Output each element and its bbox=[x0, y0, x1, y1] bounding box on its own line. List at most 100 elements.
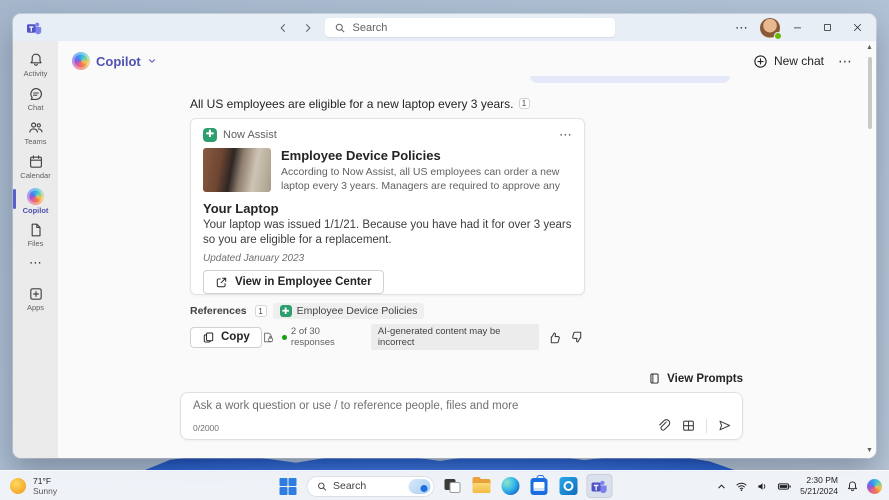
sun-icon bbox=[10, 478, 26, 494]
volume-icon[interactable] bbox=[756, 480, 769, 493]
chevron-down-icon bbox=[147, 56, 157, 66]
page-title: Copilot bbox=[96, 54, 141, 69]
taskbar-clock[interactable]: 2:30 PM 5/21/2024 bbox=[800, 475, 838, 496]
message-actions-row: Copy 2 of 30 responses AI-generated cont… bbox=[190, 324, 585, 350]
tray-chevron-up-icon[interactable] bbox=[716, 481, 727, 492]
copy-button[interactable]: Copy bbox=[190, 327, 262, 348]
view-in-employee-center-button[interactable]: View in Employee Center bbox=[203, 270, 384, 294]
titlebar-more-button[interactable]: ⋯ bbox=[727, 20, 756, 36]
apps-actions-icon[interactable] bbox=[681, 418, 696, 433]
maximize-button[interactable] bbox=[814, 15, 840, 40]
pane-more-button[interactable]: ⋯ bbox=[838, 53, 852, 70]
taskbar-search-placeholder: Search bbox=[333, 480, 366, 492]
system-tray: 2:30 PM 5/21/2024 bbox=[716, 471, 882, 500]
notification-bell-icon[interactable] bbox=[846, 480, 859, 493]
folder-icon bbox=[472, 479, 490, 493]
scroll-up-arrow[interactable]: ▲ bbox=[866, 44, 873, 52]
prompt-guide-icon bbox=[648, 372, 661, 385]
new-chat-button[interactable]: New chat bbox=[753, 54, 824, 69]
back-button[interactable] bbox=[275, 20, 291, 36]
references-label: References bbox=[190, 305, 247, 317]
scroll-down-arrow[interactable]: ▼ bbox=[866, 447, 873, 455]
outlook-icon bbox=[559, 477, 577, 495]
battery-icon[interactable] bbox=[777, 480, 792, 493]
thumbs-up-button[interactable] bbox=[547, 330, 562, 345]
responses-count: 2 of 30 responses bbox=[291, 326, 363, 348]
card-updated-label: Updated January 2023 bbox=[203, 253, 572, 264]
store-icon bbox=[531, 478, 548, 495]
citation-badge[interactable]: 1 bbox=[519, 98, 530, 109]
scroll-thumb[interactable] bbox=[868, 57, 872, 129]
teams-window: Search ⋯ Ac bbox=[13, 14, 876, 458]
sidebar-item-calendar[interactable]: Calendar bbox=[13, 150, 58, 184]
sidebar-item-copilot[interactable]: Copilot bbox=[13, 184, 58, 218]
clock-date: 5/21/2024 bbox=[800, 486, 838, 497]
sidebar-item-files[interactable]: Files bbox=[13, 218, 58, 252]
responses-status-dot bbox=[282, 335, 287, 340]
char-counter: 0/2000 bbox=[193, 423, 219, 433]
thumbs-up-icon bbox=[547, 330, 562, 345]
taskbar: 71°F Sunny Search bbox=[0, 470, 889, 500]
ai-answer-text: All US employees are eligible for a new … bbox=[190, 97, 530, 111]
close-button[interactable] bbox=[844, 15, 870, 40]
avatar[interactable] bbox=[760, 18, 780, 38]
thumbs-down-button[interactable] bbox=[570, 330, 585, 345]
store-button[interactable] bbox=[528, 475, 550, 497]
weather-temp: 71°F bbox=[33, 476, 57, 486]
thumbs-down-icon bbox=[570, 330, 585, 345]
now-assist-icon: ✚ bbox=[203, 128, 217, 142]
teams-taskbar-button[interactable] bbox=[586, 474, 612, 498]
message-composer: 0/2000 bbox=[180, 392, 743, 440]
edge-icon bbox=[501, 477, 519, 495]
message-input[interactable] bbox=[193, 400, 623, 412]
ellipsis-icon: ⋯ bbox=[29, 258, 42, 268]
reference-source-pill[interactable]: ✚ Employee Device Policies bbox=[273, 303, 425, 319]
new-chat-plus-icon bbox=[753, 54, 768, 69]
references-count-badge: 1 bbox=[255, 305, 267, 317]
sidebar-item-apps[interactable]: Apps bbox=[13, 282, 58, 316]
weather-condition: Sunny bbox=[33, 486, 57, 496]
send-icon[interactable] bbox=[717, 418, 732, 433]
app-rail: Activity Chat Teams Calendar Copi bbox=[13, 41, 58, 458]
calendar-icon bbox=[28, 154, 44, 170]
sidebar-item-activity[interactable]: Activity bbox=[13, 48, 58, 82]
titlebar: Search ⋯ bbox=[13, 14, 876, 41]
attach-icon[interactable] bbox=[656, 418, 671, 433]
copilot-header-button[interactable]: Copilot bbox=[72, 52, 157, 70]
card-snippet: According to Now Assist, all US employee… bbox=[281, 166, 572, 194]
forward-button[interactable] bbox=[300, 20, 316, 36]
now-assist-icon: ✚ bbox=[280, 305, 292, 317]
divider bbox=[706, 419, 707, 433]
file-explorer-button[interactable] bbox=[470, 475, 492, 497]
start-button[interactable] bbox=[277, 475, 299, 497]
card-source: Now Assist bbox=[223, 129, 277, 141]
minimize-button[interactable] bbox=[784, 15, 810, 40]
search-highlights-icon bbox=[408, 479, 430, 494]
weather-widget[interactable]: 71°F Sunny bbox=[10, 471, 57, 500]
teams-icon bbox=[591, 478, 608, 495]
card-section-body: Your laptop was issued 1/1/21. Because y… bbox=[203, 218, 572, 247]
pane-header: Copilot New chat ⋯ bbox=[72, 46, 852, 76]
copilot-tray-icon[interactable] bbox=[867, 479, 882, 494]
sidebar-item-chat[interactable]: Chat bbox=[13, 82, 58, 116]
copilot-icon bbox=[27, 188, 44, 205]
scrollbar[interactable]: ▲ ▼ bbox=[865, 44, 874, 455]
sidebar-more-button[interactable]: ⋯ bbox=[13, 252, 58, 274]
copilot-pane: Copilot New chat ⋯ All US employees are … bbox=[58, 41, 876, 458]
references-row: References 1 ✚ Employee Device Policies bbox=[190, 303, 424, 319]
search-icon bbox=[316, 481, 327, 492]
edge-button[interactable] bbox=[499, 475, 521, 497]
card-more-button[interactable]: ⋯ bbox=[559, 127, 572, 143]
clock-time: 2:30 PM bbox=[806, 475, 838, 486]
app-search-input[interactable]: Search bbox=[325, 18, 615, 37]
file-icon bbox=[28, 222, 44, 238]
card-title[interactable]: Employee Device Policies bbox=[281, 148, 572, 163]
sidebar-item-teams[interactable]: Teams bbox=[13, 116, 58, 150]
protected-content-icon bbox=[262, 331, 274, 344]
outlook-button[interactable] bbox=[557, 475, 579, 497]
task-view-button[interactable] bbox=[441, 475, 463, 497]
view-prompts-button[interactable]: View Prompts bbox=[648, 372, 743, 385]
wifi-icon[interactable] bbox=[735, 480, 748, 493]
apps-plus-icon bbox=[28, 286, 44, 302]
taskbar-search[interactable]: Search bbox=[306, 476, 434, 497]
